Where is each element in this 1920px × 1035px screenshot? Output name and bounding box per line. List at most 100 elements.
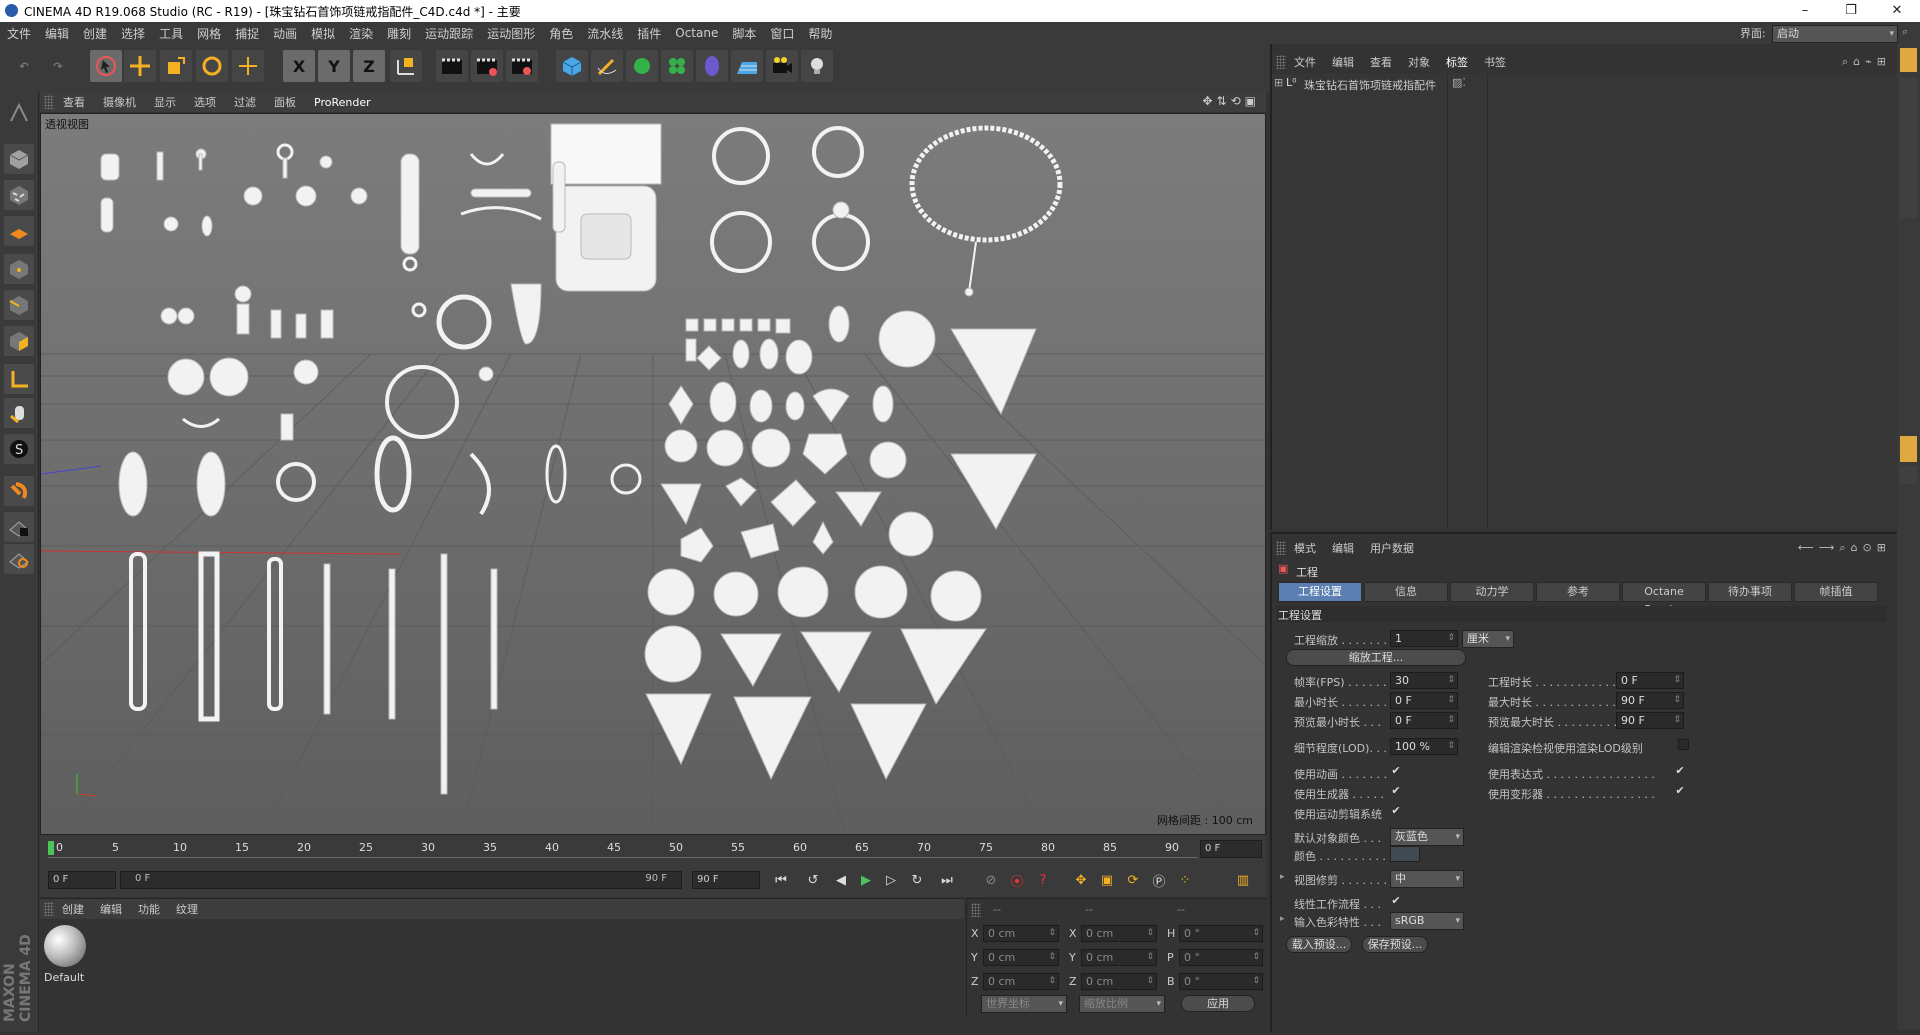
preview-min-field[interactable]: 0 F — [1390, 712, 1458, 729]
tab-dynamics[interactable]: 动力学 — [1450, 582, 1534, 602]
menu-mesh[interactable]: 网格 — [190, 25, 228, 42]
menu-create[interactable]: 创建 — [76, 25, 114, 42]
floor-icon[interactable] — [731, 50, 763, 82]
coord-rot-h-field[interactable]: 0 ° — [1179, 925, 1263, 942]
menu-tools[interactable]: 工具 — [152, 25, 190, 42]
menu-plugins[interactable]: 插件 — [630, 25, 668, 42]
tab-frame-interpolation[interactable]: 帧插值 — [1794, 582, 1878, 602]
perspective-viewport[interactable]: 透视视图 网格间距 : 100 cm — [40, 113, 1266, 835]
menu-sculpt[interactable]: 雕刻 — [380, 25, 418, 42]
attr-menu-mode[interactable]: 模式 — [1286, 540, 1324, 556]
move-icon[interactable] — [124, 50, 156, 82]
viewport-menu-filter[interactable]: 过滤 — [225, 94, 265, 110]
previous-frame-icon[interactable]: ◀ — [830, 869, 852, 891]
menu-render[interactable]: 渲染 — [342, 25, 380, 42]
record-icon-disabled[interactable]: ⊘ — [980, 869, 1002, 891]
menu-edit[interactable]: 编辑 — [38, 25, 76, 42]
grid-lock-icon[interactable] — [4, 512, 34, 542]
go-to-end-icon[interactable]: ⏭ — [936, 869, 958, 891]
menu-window[interactable]: 窗口 — [763, 25, 801, 42]
use-expressions-checkbox[interactable]: ✔ — [1674, 765, 1686, 777]
coord-size-z-field[interactable]: 0 cm — [1081, 973, 1157, 990]
objmgr-menu-bookmarks[interactable]: 书签 — [1476, 54, 1514, 70]
attr-menu-edit[interactable]: 编辑 — [1324, 540, 1362, 556]
menu-mograph[interactable]: 运动图形 — [480, 25, 542, 42]
object-name[interactable]: 珠宝钻石首饰项链戒指配件 — [1304, 77, 1436, 93]
render-view-icon[interactable] — [436, 50, 468, 82]
workplane-snap-icon[interactable] — [4, 544, 34, 574]
coordinate-system-icon[interactable] — [390, 50, 422, 82]
material-menu-function[interactable]: 功能 — [130, 901, 168, 917]
collapse-arrow-icon[interactable]: ▸ — [1280, 914, 1285, 924]
coord-size-x-field[interactable]: 0 cm — [1081, 925, 1157, 942]
end-frame-field[interactable]: 90 F — [692, 871, 760, 889]
coord-rot-b-field[interactable]: 0 ° — [1179, 973, 1263, 990]
menu-script[interactable]: 脚本 — [725, 25, 763, 42]
tab-octane-render[interactable]: Octane Render — [1622, 582, 1706, 616]
objmgr-search-home-icons[interactable]: ⌕⌂⌁⊞ — [1842, 55, 1891, 69]
layout-dropdown[interactable]: 启动 — [1772, 25, 1898, 43]
snap-icon[interactable]: S — [4, 434, 34, 464]
coord-pos-x-field[interactable]: 0 cm — [983, 925, 1059, 942]
timeline-ruler[interactable]: 0 5 10 15 20 25 30 35 40 45 50 55 60 65 … — [40, 835, 1266, 861]
objmgr-menu-view[interactable]: 查看 — [1362, 54, 1400, 70]
previous-key-icon[interactable]: ↺ — [802, 869, 824, 891]
load-preset-button[interactable]: 载入预设... — [1286, 936, 1352, 953]
minimize-icon[interactable]: – — [1782, 0, 1828, 22]
coord-size-y-field[interactable]: 0 cm — [1081, 949, 1157, 966]
camera-icon[interactable] — [766, 50, 798, 82]
render-picture-viewer-icon[interactable] — [471, 50, 503, 82]
object-mode-icon[interactable] — [4, 144, 34, 174]
viewport-menu-options[interactable]: 选项 — [185, 94, 225, 110]
objmgr-menu-file[interactable]: 文件 — [1286, 54, 1324, 70]
viewport-menu-camera[interactable]: 摄像机 — [94, 94, 145, 110]
axis-mode-icon[interactable] — [4, 364, 34, 394]
workplane-mode-icon[interactable] — [4, 216, 34, 246]
side-tab-layers[interactable] — [1900, 466, 1917, 484]
timeline-track[interactable] — [48, 839, 1198, 858]
visibility-icon[interactable]: ▨⁚ — [1452, 76, 1466, 89]
close-icon[interactable]: ✕ — [1874, 0, 1920, 22]
frame-range-slider[interactable]: 0 F 90 F — [120, 871, 682, 889]
viewport-menu-display[interactable]: 显示 — [145, 94, 185, 110]
current-frame-field[interactable]: 0 F — [1200, 840, 1262, 858]
world-coordinates-dropdown[interactable]: 世界坐标 — [981, 995, 1067, 1013]
autokey-icon[interactable]: ? — [1032, 869, 1054, 891]
panel-grip-icon[interactable] — [1276, 55, 1286, 69]
material-menu-texture[interactable]: 纹理 — [168, 901, 206, 917]
menu-file[interactable]: 文件 — [0, 25, 38, 42]
lod-field[interactable]: 100 % — [1390, 738, 1458, 755]
search-icon[interactable]: ⌕ — [1902, 25, 1908, 39]
magnet-icon[interactable] — [4, 476, 34, 506]
menu-select[interactable]: 选择 — [114, 25, 152, 42]
panel-grip-icon[interactable] — [1276, 541, 1286, 555]
pen-icon[interactable] — [591, 50, 623, 82]
key-scale-icon[interactable]: ▣ — [1096, 869, 1118, 891]
objmgr-menu-objects[interactable]: 对象 — [1400, 54, 1438, 70]
render-lod-checkbox[interactable] — [1678, 739, 1689, 750]
side-tab-objects[interactable] — [1900, 48, 1917, 72]
input-color-profile-dropdown[interactable]: sRGB — [1390, 912, 1464, 930]
use-animation-checkbox[interactable]: ✔ — [1390, 765, 1402, 777]
menu-simulate[interactable]: 模拟 — [304, 25, 342, 42]
undo-icon[interactable]: ↶ — [8, 50, 40, 82]
tab-project-settings[interactable]: 工程设置 — [1278, 582, 1362, 602]
save-preset-button[interactable]: 保存预设... — [1362, 936, 1428, 953]
default-material-swatch[interactable] — [44, 925, 86, 967]
menu-character[interactable]: 角色 — [542, 25, 580, 42]
attr-menu-user-data[interactable]: 用户数据 — [1362, 540, 1422, 556]
menu-help[interactable]: 帮助 — [801, 25, 839, 42]
key-position-icon[interactable]: ✥ — [1070, 869, 1092, 891]
apply-button[interactable]: 应用 — [1181, 995, 1255, 1012]
viewport-nav-icons[interactable]: ✥⇅⟲▣ — [1202, 94, 1260, 108]
side-tab-content-browser[interactable] — [1900, 78, 1917, 218]
start-frame-field[interactable]: 0 F — [48, 871, 116, 889]
transform-icon[interactable] — [232, 50, 264, 82]
fps-field[interactable]: 30 — [1390, 672, 1458, 689]
viewport-menu-panel[interactable]: 面板 — [265, 94, 305, 110]
project-duration-field[interactable]: 0 F — [1616, 672, 1684, 689]
use-motion-clip-checkbox[interactable]: ✔ — [1390, 805, 1402, 817]
view-clipping-dropdown[interactable]: 中 — [1390, 870, 1464, 888]
viewport-menu-view[interactable]: 查看 — [54, 94, 94, 110]
collapse-arrow-icon[interactable]: ▸ — [1280, 872, 1285, 882]
